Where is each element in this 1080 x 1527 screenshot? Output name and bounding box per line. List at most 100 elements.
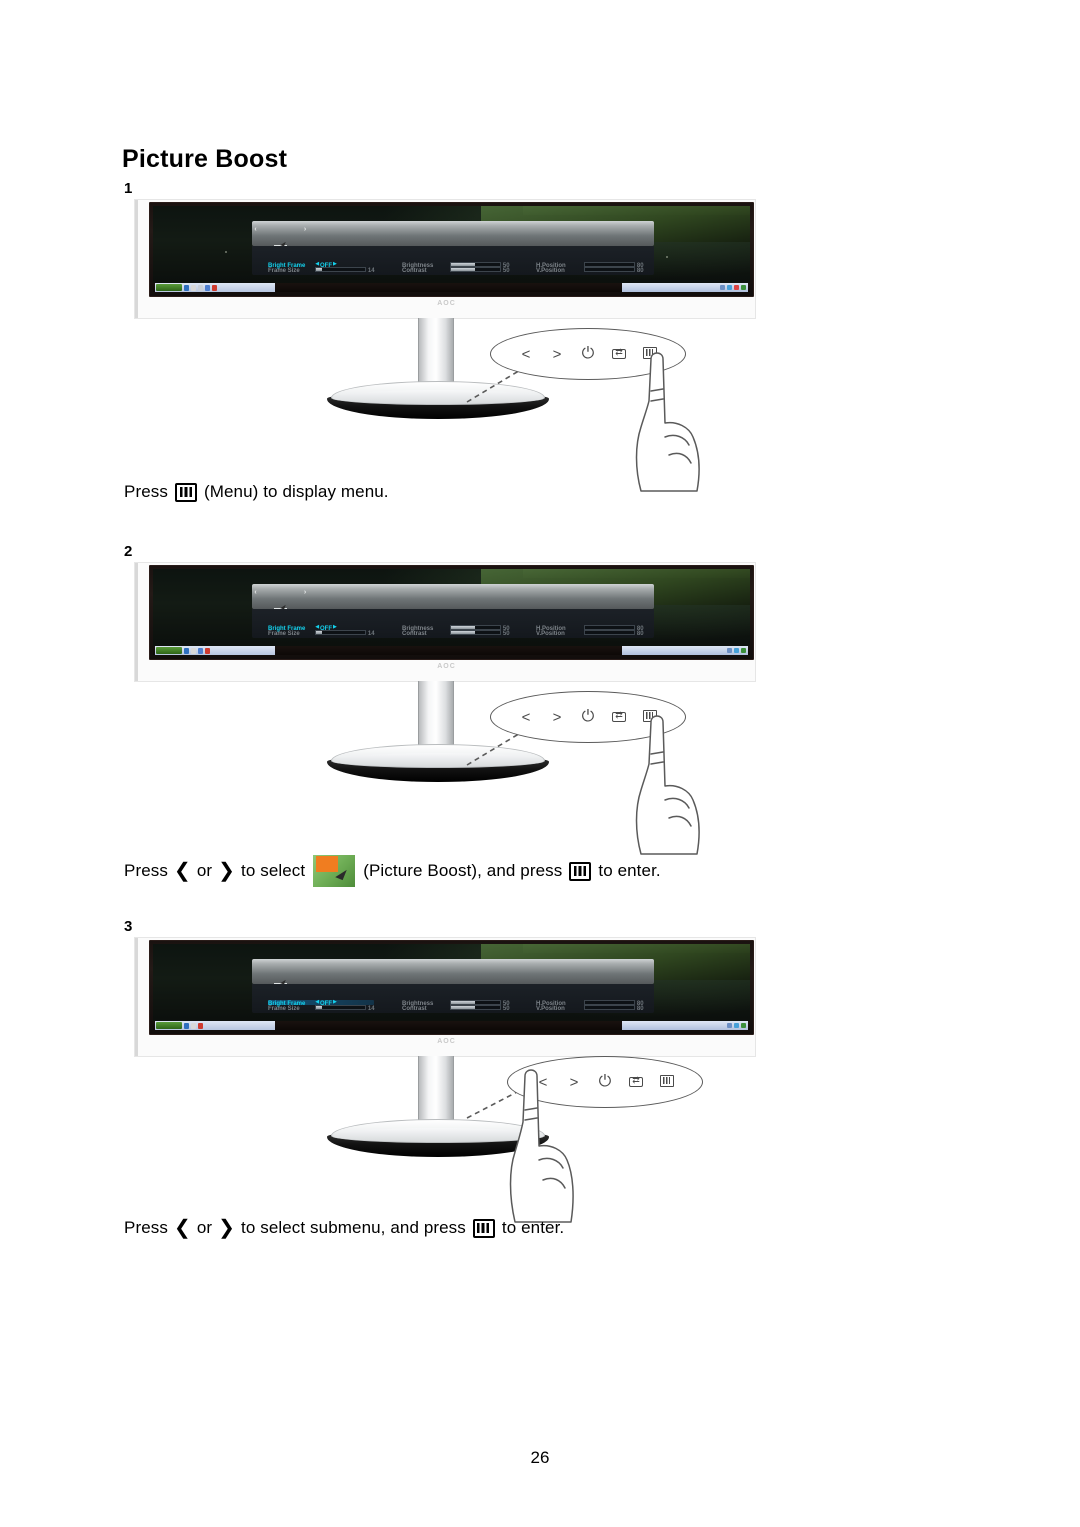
osd-row-value: 50: [502, 628, 510, 636]
taskbar-icon: [191, 1022, 196, 1029]
chevron-right-icon: ❯: [218, 858, 236, 882]
osd-item-image-setup[interactable]: ◤ Image Setup: [539, 584, 597, 627]
osd-menu: ‹ › Picture Boost ◍ OSD Setup ✂: [251, 220, 655, 275]
osd-row-slider[interactable]: [315, 629, 367, 635]
osd-row-contrast[interactable]: Contrast 50: [402, 628, 510, 636]
taskbar-icon: [198, 647, 203, 654]
taskbar-icon: [184, 284, 189, 291]
osd-row-frame-size[interactable]: Frame Size 14: [268, 1003, 375, 1011]
menu-icon: [569, 861, 592, 881]
osd-row-slider[interactable]: [583, 1004, 635, 1010]
tray-icon: [727, 648, 732, 653]
monitor-stand-neck: [418, 681, 454, 751]
osd-row-value: 50: [502, 265, 510, 273]
osd-item-picture-boost[interactable]: ‹ › Picture Boost: [252, 584, 310, 616]
osd-item-color-setup[interactable]: ⬨: [597, 959, 655, 995]
osd-item-exit[interactable]: ⇥ Exit: [424, 584, 482, 627]
power-button[interactable]: ⏻: [578, 346, 598, 362]
osd-row-slider[interactable]: [449, 266, 501, 272]
osd-submenu: Bright Frame ◀ OFF ▶ Frame Size 14 Brigh…: [251, 245, 655, 275]
taskbar-tray: [622, 283, 748, 292]
osd-item-osd-setup[interactable]: ◍: [309, 959, 367, 995]
tray-icon: [734, 285, 739, 290]
page-title: Picture Boost: [122, 144, 288, 173]
osd-menu: Picture Boost ◍ ✂ ⇥: [251, 958, 655, 1013]
osd-row-contrast[interactable]: Contrast 50: [402, 265, 510, 273]
source-button[interactable]: [626, 1074, 646, 1090]
left-button[interactable]: <: [516, 710, 536, 725]
osd-item-picture-boost[interactable]: ‹ › Picture Boost: [252, 221, 310, 253]
taskbar-icon: [184, 1022, 189, 1029]
osd-item-luminance[interactable]: ◐ Luminance: [482, 221, 540, 264]
osd-item-extra[interactable]: ✂ Extra: [367, 221, 425, 264]
osd-row-value: 80: [636, 1003, 644, 1011]
osd-item-extra[interactable]: ✂: [367, 959, 425, 995]
start-button-icon: [156, 1022, 182, 1029]
tray-icon: [727, 1023, 732, 1028]
osd-item-color-setup[interactable]: ⬨ Color Setup: [597, 584, 655, 627]
right-button[interactable]: >: [547, 710, 567, 725]
osd-row-slider[interactable]: [315, 266, 367, 272]
osd-column: H.Position 80 V.Position 80: [520, 246, 654, 275]
osd-row-frame-size[interactable]: Frame Size 14: [268, 628, 375, 636]
osd-item-luminance[interactable]: ◐: [482, 959, 540, 995]
caption-text: Press: [124, 1218, 168, 1237]
taskbar-icon: [198, 284, 203, 291]
osd-item-image-setup[interactable]: ◤ Image Setup: [539, 221, 597, 264]
step-1-caption: Press (Menu) to display menu.: [124, 482, 389, 502]
brand-logo: AOC: [437, 300, 456, 307]
screen-speck: [224, 250, 227, 253]
step-1-illustration: ‹ › Picture Boost ◍ OSD Setup ✂: [135, 200, 755, 492]
osd-row-v-position[interactable]: V.Position 80: [536, 265, 643, 273]
start-button-icon: [156, 647, 182, 654]
step-3-illustration: Picture Boost ◍ ✂ ⇥: [135, 938, 755, 1228]
tray-icon: [734, 648, 739, 653]
osd-item-exit[interactable]: ⇥: [424, 959, 482, 995]
osd-row-slider[interactable]: [583, 266, 635, 272]
step-number-1: 1: [124, 180, 133, 197]
osd-row-slider[interactable]: [315, 1004, 367, 1010]
monitor-screen: Picture Boost ◍ ✂ ⇥: [153, 944, 750, 1030]
osd-row-value: 14: [368, 1003, 375, 1011]
osd-item-osd-setup[interactable]: ◍ OSD Setup: [309, 221, 367, 264]
taskbar-tray: [622, 1021, 748, 1030]
osd-item-luminance[interactable]: ◐ Luminance: [482, 584, 540, 627]
taskbar-icon: [212, 284, 217, 291]
taskbar-icon: [205, 284, 210, 291]
left-button[interactable]: <: [516, 347, 536, 362]
step-number-3: 3: [124, 918, 133, 935]
caption-text: to select submenu, and press: [241, 1218, 466, 1237]
chevron-right-icon: ❯: [218, 1215, 236, 1239]
osd-item-image-setup[interactable]: ◤: [539, 959, 597, 995]
step-2-caption: Press ❮ or ❯ to select (Picture Boost), …: [124, 855, 661, 887]
osd-item-osd-setup[interactable]: ◍ OSD Setup: [309, 584, 367, 627]
taskbar-icon: [191, 647, 196, 654]
monitor-frame: ‹ › Picture Boost ◍ OSD Setup ✂: [135, 200, 755, 318]
osd-row-frame-size[interactable]: Frame Size 14: [268, 265, 375, 273]
caption-text: to enter.: [501, 1218, 565, 1237]
manual-page: Picture Boost 1 ‹ › Bright Frame ◀ OFF ▶…: [0, 0, 1080, 1527]
monitor-bezel: ‹ › Picture Boost ◍ OSD Setup ✂: [149, 565, 754, 660]
osd-row-v-position[interactable]: V.Position 80: [536, 1003, 644, 1011]
taskbar-icon: [205, 647, 210, 654]
osd-row-slider[interactable]: [449, 629, 501, 635]
power-button[interactable]: ⏻: [578, 709, 598, 725]
osd-item-exit[interactable]: ⇥ Exit: [424, 221, 482, 264]
osd-row-value: 14: [368, 265, 375, 273]
menu-icon: [472, 1218, 495, 1238]
osd-column: H.Position 80 V.Position 80: [520, 609, 654, 638]
step-2-illustration: ‹ › Picture Boost ◍ OSD Setup ✂: [135, 563, 755, 855]
osd-row-slider[interactable]: [449, 1004, 501, 1010]
osd-item-picture-boost[interactable]: Picture Boost: [252, 959, 310, 991]
osd-column: Bright Frame ◀ OFF ▶ Frame Size 14: [252, 609, 386, 638]
menu-button[interactable]: [657, 1074, 677, 1090]
pointing-hand: [635, 352, 700, 492]
pointing-hand: [509, 1069, 574, 1223]
taskbar-left: [155, 283, 275, 292]
osd-row-slider[interactable]: [583, 629, 635, 635]
osd-item-extra[interactable]: ✂ Extra: [367, 584, 425, 627]
right-button[interactable]: >: [547, 347, 567, 362]
osd-row-v-position[interactable]: V.Position 80: [536, 628, 643, 636]
osd-row-contrast[interactable]: Contrast 50: [402, 1003, 509, 1011]
osd-item-color-setup[interactable]: ⬨ Color Setup: [597, 221, 655, 264]
